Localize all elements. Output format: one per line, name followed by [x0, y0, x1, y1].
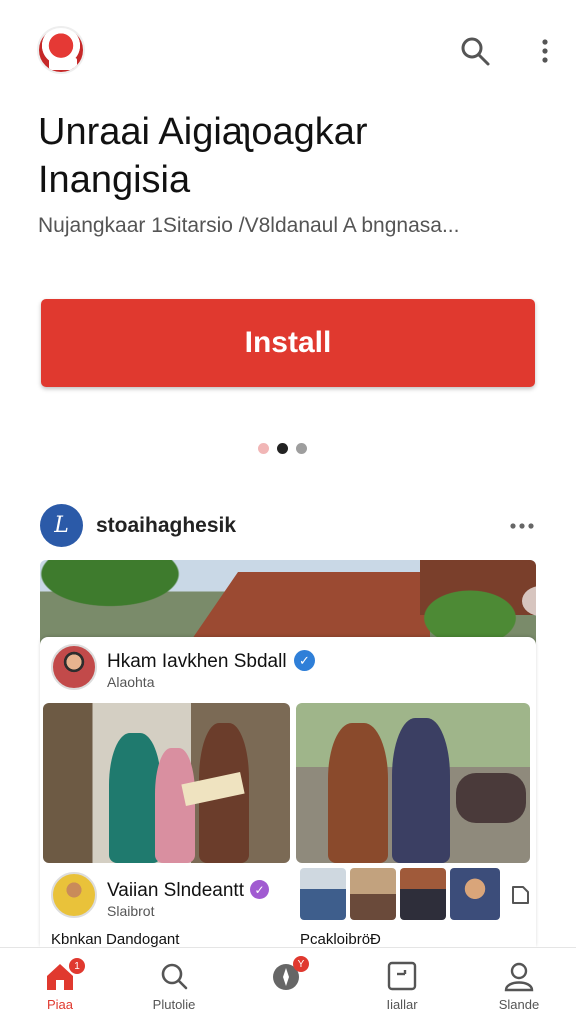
- home-icon: 1: [43, 958, 85, 992]
- carousel-indicator: [258, 443, 307, 455]
- nav-item-home[interactable]: 1 Piaa: [20, 958, 100, 1020]
- carousel-dot-active[interactable]: [277, 443, 288, 454]
- thumbnail[interactable]: [350, 868, 396, 920]
- author-name[interactable]: Hkam Iavkhen Sbdall: [107, 651, 287, 673]
- person-figure: [109, 733, 161, 863]
- library-icon: [385, 960, 419, 992]
- thumbnail[interactable]: [450, 868, 500, 920]
- nav-label: Piaa: [46, 997, 74, 1012]
- nav-label: Plutolie: [152, 997, 196, 1012]
- nav-item-profile[interactable]: Slande: [479, 960, 559, 1020]
- thumbnail[interactable]: [300, 868, 346, 920]
- nav-item-search[interactable]: Plutolie: [134, 960, 214, 1020]
- footer-author-name[interactable]: Vaiian Slndeantt: [107, 880, 244, 902]
- app-title-line1: Unraai Aigiaʅoagkar: [38, 111, 368, 153]
- post-header: L stoaihaghesik: [40, 504, 540, 548]
- nav-badge: Y: [293, 956, 309, 972]
- nav-item-library[interactable]: Iiallar: [362, 960, 442, 1020]
- share-icon[interactable]: [509, 883, 531, 907]
- profile-icon: [502, 960, 536, 992]
- content-card[interactable]: Hkam Iavkhen Sbdall ✓ Alaohta Vaiian Sln…: [40, 637, 536, 948]
- hero-palm-shape: [40, 560, 230, 630]
- verified-badge-icon: ✓: [250, 880, 269, 899]
- thumbnail[interactable]: [400, 868, 446, 920]
- search-icon: [157, 960, 191, 992]
- account-name[interactable]: stoaihaghesik: [96, 514, 236, 538]
- carousel-dot[interactable]: [296, 443, 307, 454]
- app-subtitle: Nujangkaar 1Sitarsio /V8ldanaul A bngnas…: [38, 214, 460, 237]
- person-figure: [328, 723, 388, 863]
- nav-label: Slande: [498, 997, 540, 1012]
- top-bar: [0, 0, 576, 100]
- author-handle: Alaohta: [107, 674, 155, 690]
- footer-author-handle: Slaibrot: [107, 903, 155, 919]
- nav-label: Iiallar: [386, 997, 418, 1012]
- compass-icon: Y: [271, 956, 309, 992]
- app-logo-icon[interactable]: [37, 26, 85, 74]
- bottom-navigation: 1 Piaa Plutolie Y Iiallar Slande: [0, 947, 576, 1024]
- footer-author-avatar[interactable]: [51, 872, 97, 918]
- app-title: Unraai Aigiaʅoagkar Inangisia: [38, 108, 538, 204]
- person-figure: [392, 718, 450, 863]
- more-vertical-icon[interactable]: [534, 34, 556, 68]
- install-button[interactable]: Install: [41, 299, 535, 387]
- photo-left[interactable]: [43, 703, 290, 863]
- account-avatar[interactable]: L: [40, 504, 83, 547]
- nav-badge: 1: [69, 958, 85, 974]
- more-horizontal-icon[interactable]: [508, 516, 536, 536]
- person-figure: [155, 748, 195, 863]
- verified-check-icon: ✓: [294, 650, 315, 671]
- caption-right: PcakloibröĐ: [300, 931, 381, 948]
- carousel-dot[interactable]: [258, 443, 269, 454]
- motorbike-shape: [456, 773, 526, 823]
- author-avatar[interactable]: [51, 644, 97, 690]
- search-icon[interactable]: [458, 34, 492, 68]
- caption-left: Kbnkan Dandogant: [51, 931, 180, 948]
- app-title-line2: Inangisia: [38, 159, 191, 201]
- nav-item-compass[interactable]: Y: [248, 956, 328, 1020]
- photo-right[interactable]: [296, 703, 530, 863]
